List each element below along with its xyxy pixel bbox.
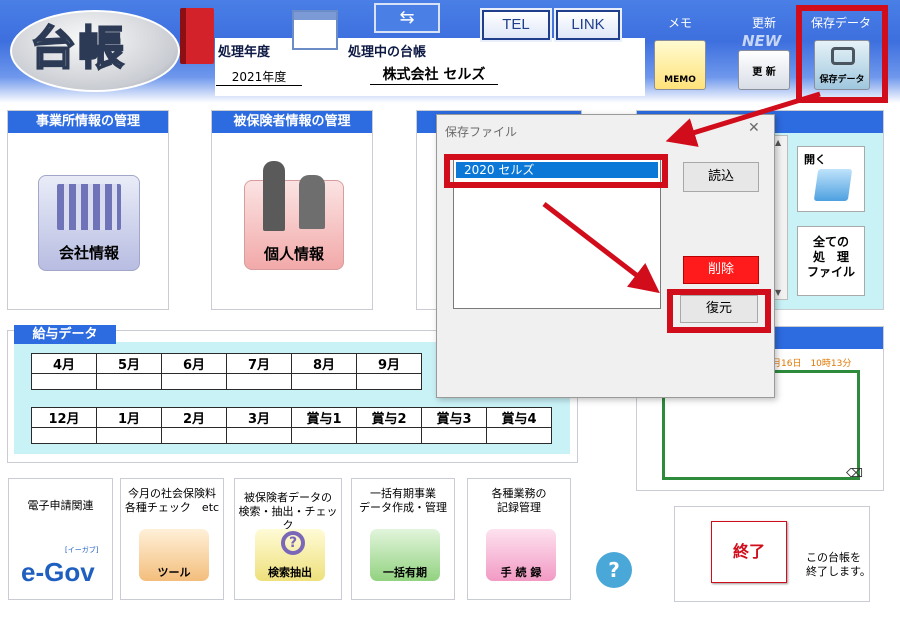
arrow-to-restore [542,202,660,294]
arrow-to-list [665,91,821,147]
annotation-arrows [542,91,821,294]
